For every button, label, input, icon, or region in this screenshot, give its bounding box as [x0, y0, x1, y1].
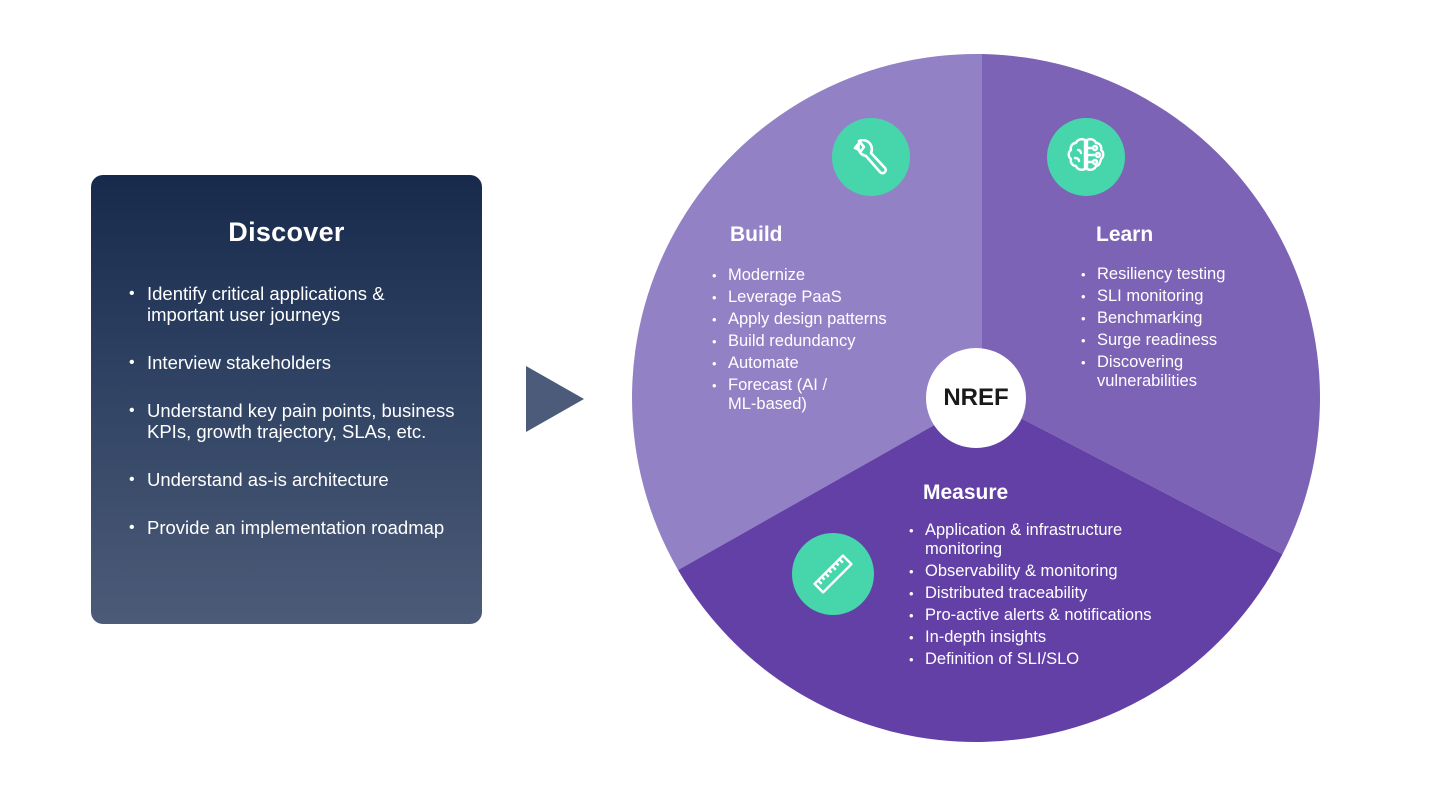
learn-item: Surge readiness [1079, 331, 1269, 350]
measure-item: Observability & monitoring [907, 562, 1197, 581]
build-item: Build redundancy [710, 332, 940, 351]
build-item: Forecast (AI / ML-based) [710, 376, 848, 414]
build-list: Modernize Leverage PaaS Apply design pat… [710, 266, 940, 417]
nref-hub: NREF [926, 348, 1026, 448]
build-icon-badge [832, 118, 910, 196]
learn-list: Resiliency testing SLI monitoring Benchm… [1079, 265, 1269, 394]
wrench-icon [853, 138, 887, 175]
learn-item: SLI monitoring [1079, 287, 1269, 306]
measure-item: In-depth insights [907, 628, 1197, 647]
build-title: Build [730, 223, 783, 246]
measure-item: Definition of SLI/SLO [907, 650, 1197, 669]
build-item: Modernize [710, 266, 940, 285]
learn-title: Learn [1096, 223, 1154, 246]
measure-item: Distributed traceability [907, 584, 1197, 603]
measure-item: Application & infrastructure monitoring [907, 521, 1165, 559]
brain-circuit-icon [1067, 138, 1105, 171]
learn-item: Resiliency testing [1079, 265, 1269, 284]
learn-item: Benchmarking [1079, 309, 1269, 328]
measure-icon-badge [792, 533, 874, 615]
learn-icon-badge [1047, 118, 1125, 196]
measure-item: Pro-active alerts & notifications [907, 606, 1197, 625]
measure-title: Measure [923, 481, 1009, 504]
build-item: Leverage PaaS [710, 288, 940, 307]
ruler-icon [813, 554, 853, 594]
learn-item: Discovering vulnerabilities [1079, 353, 1217, 391]
measure-list: Application & infrastructure monitoring … [907, 521, 1197, 672]
build-item: Apply design patterns [710, 310, 940, 329]
build-item: Automate [710, 354, 940, 373]
